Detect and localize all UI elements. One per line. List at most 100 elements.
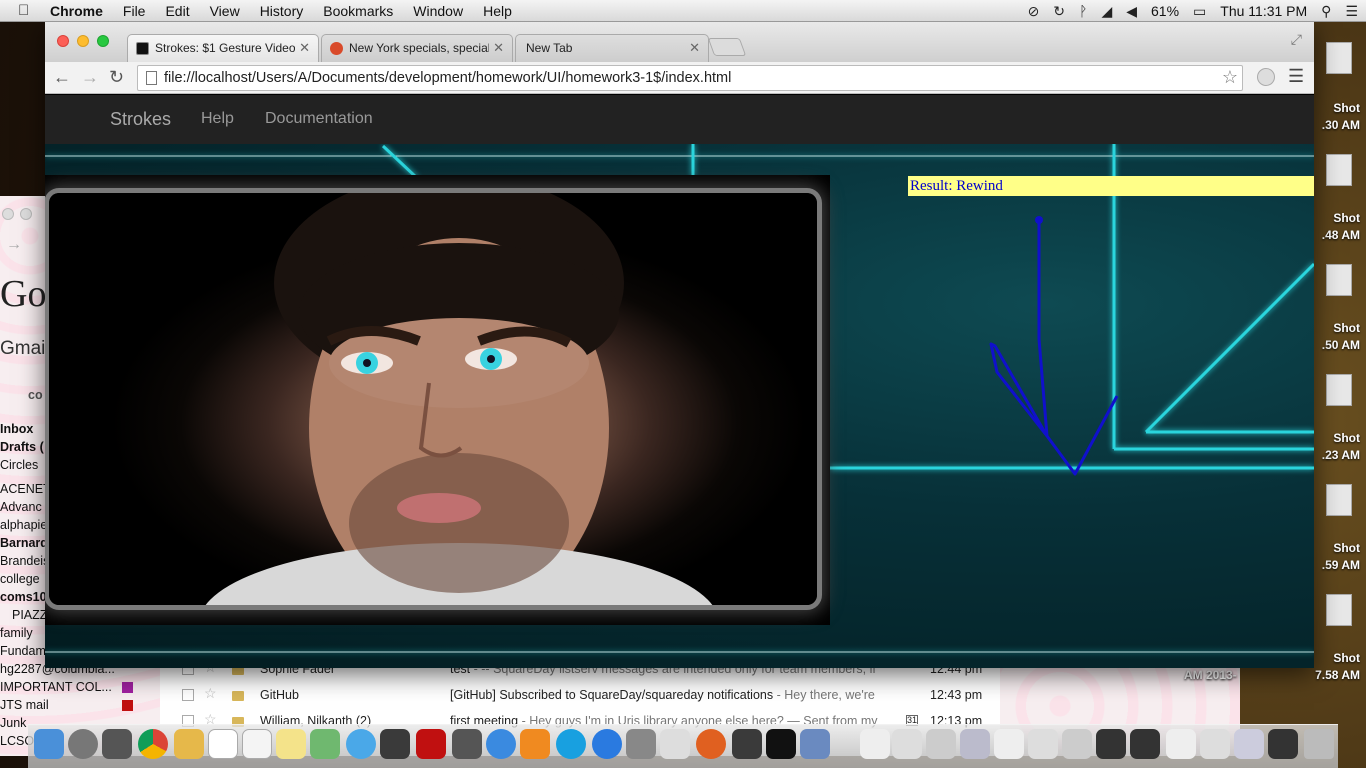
do-not-disturb-icon[interactable]: ⊘ bbox=[1028, 3, 1040, 20]
facetime-icon[interactable] bbox=[380, 729, 410, 759]
sidebar-item-label[interactable]: family bbox=[0, 624, 33, 642]
desktop-file-label[interactable]: Shot .59 AM bbox=[1322, 540, 1360, 574]
file-thumbnail[interactable] bbox=[1326, 154, 1352, 186]
back-arrow-icon[interactable]: → bbox=[6, 236, 22, 254]
chrome-menu-icon[interactable]: ☰ bbox=[1288, 66, 1304, 87]
minimized-window-thumbnail[interactable] bbox=[960, 729, 990, 759]
gmail-label[interactable]: Gmai bbox=[0, 338, 45, 360]
desktop-file-label[interactable]: Shot .50 AM bbox=[1322, 320, 1360, 354]
clock[interactable]: Thu 11:31 PM bbox=[1220, 3, 1307, 19]
bluetooth-icon[interactable]: ᚹ bbox=[1079, 3, 1087, 19]
url-text[interactable]: file://localhost/Users/A/Documents/devel… bbox=[164, 70, 731, 86]
sidebar-item-drafts[interactable]: Drafts ( bbox=[0, 438, 44, 456]
minimized-window-thumbnail[interactable] bbox=[1096, 729, 1126, 759]
sidebar-item-label[interactable]: IMPORTANT COL... bbox=[0, 678, 112, 696]
sidebar-item-label[interactable]: ACENET bbox=[0, 480, 51, 498]
apple-menu-icon[interactable]:  bbox=[18, 2, 40, 19]
app-menu[interactable]: Chrome bbox=[40, 0, 113, 22]
spotlight-search-icon[interactable]: ⚲ bbox=[1321, 3, 1331, 20]
back-arrow-icon[interactable]: ← bbox=[53, 67, 71, 88]
gesture-canvas[interactable]: Result: Rewind bbox=[45, 144, 1314, 668]
minimized-window-thumbnail[interactable] bbox=[1062, 729, 1092, 759]
system-preferences-icon[interactable] bbox=[626, 729, 656, 759]
tab-close-icon[interactable]: ✕ bbox=[299, 40, 310, 56]
file-thumbnail[interactable] bbox=[1326, 264, 1352, 296]
file-thumbnail[interactable] bbox=[1326, 42, 1352, 74]
menu-edit[interactable]: Edit bbox=[155, 0, 199, 22]
google-logo[interactable]: Go bbox=[0, 272, 46, 316]
important-marker-icon[interactable] bbox=[232, 691, 244, 701]
maps-icon[interactable] bbox=[310, 729, 340, 759]
fullscreen-icon[interactable]: ⤢ bbox=[1291, 31, 1302, 48]
sublime-text-icon[interactable] bbox=[732, 729, 762, 759]
video-player[interactable] bbox=[45, 175, 830, 625]
menu-bookmarks[interactable]: Bookmarks bbox=[313, 0, 403, 22]
window-minimize-button[interactable] bbox=[20, 208, 32, 220]
tab-close-icon[interactable]: ✕ bbox=[493, 40, 504, 56]
new-tab-button[interactable] bbox=[707, 38, 747, 56]
sidebar-item-label[interactable]: coms10 bbox=[0, 588, 47, 606]
volume-icon[interactable]: ◀ bbox=[1126, 3, 1137, 20]
nav-link-help[interactable]: Help bbox=[201, 110, 234, 128]
minimized-window-thumbnail[interactable] bbox=[926, 729, 956, 759]
time-machine-icon[interactable]: ↻ bbox=[1053, 3, 1065, 20]
wifi-icon[interactable]: ◢ bbox=[1101, 3, 1112, 20]
minimized-window-thumbnail[interactable] bbox=[1200, 729, 1230, 759]
messages-icon[interactable] bbox=[346, 729, 376, 759]
tab-strokes[interactable]: Strokes: $1 Gesture Video ✕ bbox=[127, 34, 319, 62]
minimized-window-thumbnail[interactable] bbox=[1268, 729, 1298, 759]
battery-icon[interactable]: ▭ bbox=[1193, 3, 1206, 20]
reminders-icon[interactable] bbox=[242, 729, 272, 759]
tab-new-tab[interactable]: New Tab ✕ bbox=[515, 34, 709, 62]
iphoto-icon[interactable] bbox=[452, 729, 482, 759]
desktop-file-label[interactable]: Shot .23 AM bbox=[1322, 430, 1360, 464]
preview-icon[interactable] bbox=[660, 729, 690, 759]
finder-icon[interactable] bbox=[34, 729, 64, 759]
file-thumbnail[interactable] bbox=[1326, 484, 1352, 516]
contacts-icon[interactable] bbox=[174, 729, 204, 759]
compose-button[interactable]: co bbox=[28, 386, 43, 404]
sidebar-item-label[interactable]: Advanc bbox=[0, 498, 42, 516]
menu-file[interactable]: File bbox=[113, 0, 156, 22]
trash-icon[interactable] bbox=[1304, 729, 1334, 759]
minimized-window-thumbnail[interactable] bbox=[994, 729, 1024, 759]
bookmark-star-icon[interactable]: ☆ bbox=[1222, 67, 1238, 88]
sidebar-item-label[interactable]: Barnard bbox=[0, 534, 48, 552]
mission-control-icon[interactable] bbox=[102, 729, 132, 759]
window-close-button[interactable] bbox=[2, 208, 14, 220]
terminal-icon[interactable] bbox=[766, 729, 796, 759]
row-checkbox[interactable] bbox=[182, 689, 194, 701]
star-icon[interactable]: ☆ bbox=[204, 685, 217, 702]
sidebar-item-circles[interactable]: Circles bbox=[0, 456, 38, 474]
desktop-file-label[interactable]: Shot .30 AM bbox=[1322, 100, 1360, 134]
tab-new-york-specials[interactable]: New York specials, special ✕ bbox=[321, 34, 513, 62]
preview-photos-icon[interactable] bbox=[800, 729, 830, 759]
sidebar-item-label[interactable]: Brandeis bbox=[0, 552, 49, 570]
firefox-icon[interactable] bbox=[696, 729, 726, 759]
minimized-window-thumbnail[interactable] bbox=[892, 729, 922, 759]
zoom-window-button[interactable] bbox=[97, 35, 109, 47]
video-frame-face[interactable] bbox=[49, 193, 817, 605]
photo-booth-icon[interactable] bbox=[416, 729, 446, 759]
battery-percent[interactable]: 61% bbox=[1151, 3, 1179, 19]
address-bar[interactable]: file://localhost/Users/A/Documents/devel… bbox=[137, 65, 1243, 91]
minimized-window-thumbnail[interactable] bbox=[1234, 729, 1264, 759]
sidebar-item-inbox[interactable]: Inbox bbox=[0, 420, 33, 438]
navbar-brand[interactable]: Strokes bbox=[110, 109, 171, 130]
sidebar-item-label[interactable]: college bbox=[0, 570, 40, 588]
file-thumbnail[interactable] bbox=[1326, 374, 1352, 406]
file-thumbnail[interactable] bbox=[1326, 594, 1352, 626]
forward-arrow-icon[interactable]: → bbox=[81, 67, 99, 88]
notification-center-icon[interactable]: ☰ bbox=[1345, 3, 1358, 20]
desktop-file-label[interactable]: Shot 7.58 AM bbox=[1315, 650, 1360, 684]
sidebar-item-label[interactable]: me bbox=[0, 750, 17, 756]
notes-icon[interactable] bbox=[276, 729, 306, 759]
ibooks-icon[interactable] bbox=[520, 729, 550, 759]
sidebar-item-label[interactable]: Fundam bbox=[0, 642, 46, 660]
menu-help[interactable]: Help bbox=[473, 0, 522, 22]
extension-icon[interactable] bbox=[1257, 68, 1275, 86]
menu-view[interactable]: View bbox=[200, 0, 250, 22]
chrome-icon[interactable] bbox=[138, 729, 168, 759]
sidebar-item-label[interactable]: JTS mail bbox=[0, 696, 49, 714]
minimize-window-button[interactable] bbox=[77, 35, 89, 47]
